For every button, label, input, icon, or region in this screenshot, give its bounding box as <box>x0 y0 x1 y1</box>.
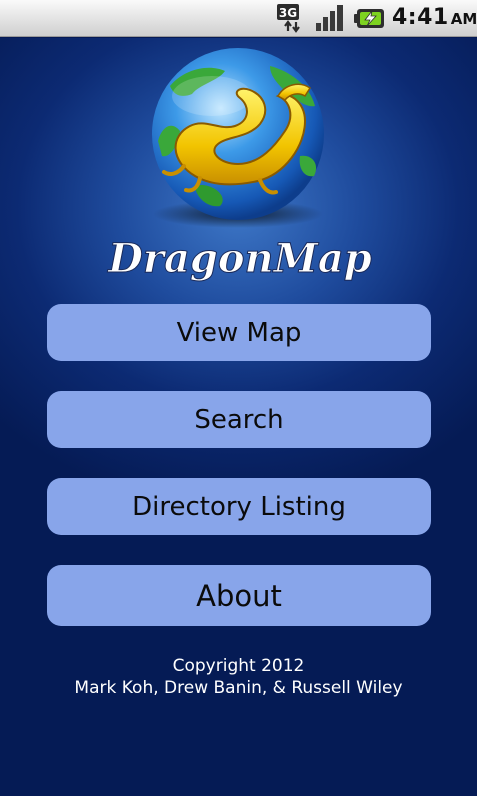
signal-strength-icon <box>316 5 343 31</box>
dragonmap-logo: DragonMap <box>107 48 372 283</box>
clock-ampm: AM <box>450 10 477 28</box>
directory-listing-button[interactable]: Directory Listing <box>47 478 431 535</box>
clock-time: 4:41 <box>392 5 449 30</box>
app-main: DragonMap View Map Search Directory List… <box>0 38 477 796</box>
search-button[interactable]: Search <box>47 391 431 448</box>
battery-charging-icon <box>354 9 384 28</box>
svg-text:3G: 3G <box>279 6 297 20</box>
authors-text: Mark Koh, Drew Banin, & Russell Wiley <box>74 678 403 698</box>
network-3g-icon: 3G <box>277 4 300 33</box>
view-map-button[interactable]: View Map <box>47 304 431 361</box>
clock: 4:41 AM <box>392 5 477 33</box>
status-bar: 3G 4:41 AM <box>0 0 477 37</box>
copyright-text: Copyright 2012 <box>172 656 305 676</box>
about-button[interactable]: About <box>47 565 431 626</box>
app-title: DragonMap <box>107 235 372 282</box>
footer: Copyright 2012 Mark Koh, Drew Banin, & R… <box>0 655 477 699</box>
